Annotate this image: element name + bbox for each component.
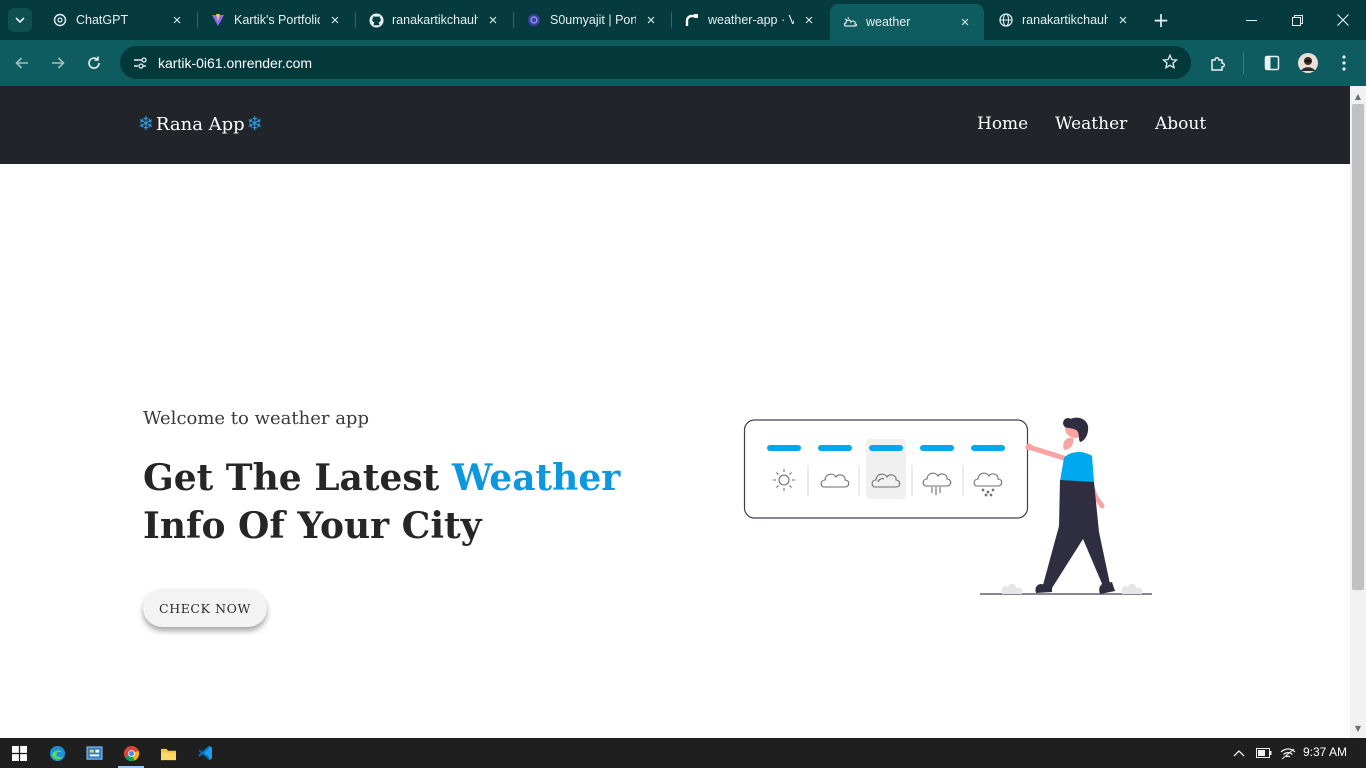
side-panel-icon bbox=[1264, 55, 1280, 71]
tab-weather-active[interactable]: weather × bbox=[830, 4, 984, 40]
more-vertical-icon bbox=[1342, 55, 1346, 71]
browser-menu-button[interactable] bbox=[1332, 51, 1356, 75]
toolbar-divider bbox=[1243, 52, 1244, 74]
tab-title: weather-app · V bbox=[708, 13, 794, 27]
page-viewport: ❄ Rana App ❄ Home Weather About Welcome … bbox=[0, 86, 1350, 738]
tab-title: ranakartikchauh bbox=[1022, 13, 1108, 27]
grass-tufts bbox=[1001, 583, 1143, 594]
tab-github[interactable]: ranakartikchauh × bbox=[356, 0, 512, 40]
tab-title: ChatGPT bbox=[76, 13, 129, 27]
battery-icon[interactable] bbox=[1256, 746, 1272, 760]
minimize-button[interactable] bbox=[1228, 0, 1274, 40]
vscode-icon bbox=[198, 746, 212, 760]
restore-icon bbox=[1291, 14, 1303, 26]
site-navbar: ❄ Rana App ❄ Home Weather About bbox=[0, 86, 1350, 164]
tab-title: Kartik's Portfolio bbox=[234, 13, 320, 27]
close-window-button[interactable] bbox=[1320, 0, 1366, 40]
browser-toolbar: kartik-0i61.onrender.com bbox=[0, 40, 1366, 86]
arrow-left-icon bbox=[15, 57, 28, 69]
page-scrollbar[interactable]: ▲ ▼ bbox=[1350, 86, 1366, 738]
taskbar-file-explorer[interactable] bbox=[151, 738, 185, 768]
globe-icon bbox=[998, 12, 1014, 28]
windows-taskbar: 9:37 AM bbox=[0, 738, 1366, 768]
chevron-down-icon bbox=[15, 17, 25, 24]
github-icon bbox=[368, 12, 384, 28]
tab-soumyajit-portfolio[interactable]: S0umyajit | Portf × bbox=[514, 0, 670, 40]
tab-weather-app-render[interactable]: weather-app · V × bbox=[672, 0, 828, 40]
new-tab-button[interactable]: + bbox=[1150, 8, 1172, 32]
file-explorer-icon bbox=[160, 748, 176, 760]
nav-link-weather[interactable]: Weather bbox=[1055, 114, 1127, 134]
snowflake-icon: ❄ bbox=[246, 113, 263, 135]
taskbar-vscode[interactable] bbox=[188, 738, 222, 768]
forward-button[interactable] bbox=[46, 51, 70, 75]
hero-subtitle: Welcome to weather app bbox=[143, 408, 369, 429]
tab-title: weather bbox=[866, 15, 911, 29]
close-icon[interactable]: × bbox=[1114, 11, 1132, 29]
arrow-right-icon bbox=[52, 57, 65, 69]
avatar-icon bbox=[1298, 53, 1318, 73]
close-icon[interactable]: × bbox=[168, 11, 186, 29]
reload-icon bbox=[88, 56, 100, 69]
check-now-button[interactable]: CHECK NOW bbox=[143, 589, 267, 627]
windows-start-button[interactable] bbox=[2, 738, 36, 768]
scrollbar-thumb[interactable] bbox=[1352, 104, 1364, 590]
tab-globe-site[interactable]: ranakartikchauh × bbox=[986, 0, 1142, 40]
vite-icon bbox=[210, 12, 226, 28]
bookmark-star-icon[interactable] bbox=[1161, 53, 1179, 71]
puzzle-icon bbox=[1211, 57, 1225, 71]
portfolio-icon bbox=[526, 12, 542, 28]
close-icon[interactable]: × bbox=[800, 11, 818, 29]
scroll-up-arrow-icon[interactable]: ▲ bbox=[1350, 88, 1366, 104]
extensions-button[interactable] bbox=[1206, 51, 1230, 75]
close-icon[interactable]: × bbox=[642, 11, 660, 29]
brand-name: Rana App bbox=[155, 113, 245, 135]
tab-title: S0umyajit | Portf bbox=[550, 13, 636, 27]
tab-chatgpt[interactable]: ChatGPT × bbox=[40, 0, 196, 40]
close-icon[interactable]: × bbox=[484, 11, 502, 29]
nav-link-about[interactable]: About bbox=[1155, 114, 1206, 134]
chatgpt-icon bbox=[52, 12, 68, 28]
snowflake-icon: ❄ bbox=[138, 113, 154, 135]
edge-icon bbox=[49, 745, 65, 761]
brand-logo-link[interactable]: ❄ Rana App ❄ bbox=[138, 113, 263, 135]
taskbar-control-panel[interactable] bbox=[77, 738, 111, 768]
taskbar-clock[interactable]: 9:37 AM bbox=[1303, 745, 1347, 759]
taskbar-edge[interactable] bbox=[40, 738, 74, 768]
weather-cloud-icon bbox=[842, 14, 858, 30]
minimize-icon bbox=[1245, 19, 1257, 21]
back-button[interactable] bbox=[10, 51, 34, 75]
address-bar[interactable]: kartik-0i61.onrender.com bbox=[120, 46, 1191, 79]
hero-title-part: Get The Latest bbox=[143, 457, 452, 499]
chrome-icon bbox=[123, 745, 139, 761]
control-panel-icon bbox=[86, 745, 102, 760]
wifi-icon[interactable] bbox=[1280, 746, 1296, 760]
hero-title-part: Info Of Your City bbox=[143, 505, 482, 547]
url-text: kartik-0i61.onrender.com bbox=[158, 54, 313, 71]
nav-link-home[interactable]: Home bbox=[977, 114, 1028, 134]
close-icon[interactable]: × bbox=[956, 13, 974, 31]
tray-overflow-chevron-icon[interactable] bbox=[1231, 746, 1247, 760]
tab-title: ranakartikchauh bbox=[392, 13, 478, 27]
profile-avatar[interactable] bbox=[1296, 51, 1320, 75]
close-icon[interactable]: × bbox=[326, 11, 344, 29]
reload-button[interactable] bbox=[82, 51, 106, 75]
site-settings-icon[interactable] bbox=[132, 55, 148, 71]
browser-tab-strip: ChatGPT × Kartik's Portfolio × ranakarti… bbox=[0, 0, 1366, 40]
hero-title: Get The Latest Weather Info Of Your City bbox=[143, 454, 703, 550]
tab-search-button[interactable] bbox=[8, 8, 32, 32]
scroll-down-arrow-icon[interactable]: ▼ bbox=[1350, 720, 1366, 736]
windows-start-icon bbox=[11, 745, 27, 761]
weather-illustration bbox=[743, 417, 1152, 595]
restore-button[interactable] bbox=[1274, 0, 1320, 40]
close-icon bbox=[1337, 14, 1349, 26]
tab-kartiks-portfolio[interactable]: Kartik's Portfolio × bbox=[198, 0, 354, 40]
taskbar-chrome[interactable] bbox=[114, 738, 148, 768]
hero-title-highlight: Weather bbox=[451, 457, 621, 499]
side-panel-button[interactable] bbox=[1260, 51, 1284, 75]
render-icon bbox=[684, 12, 700, 28]
